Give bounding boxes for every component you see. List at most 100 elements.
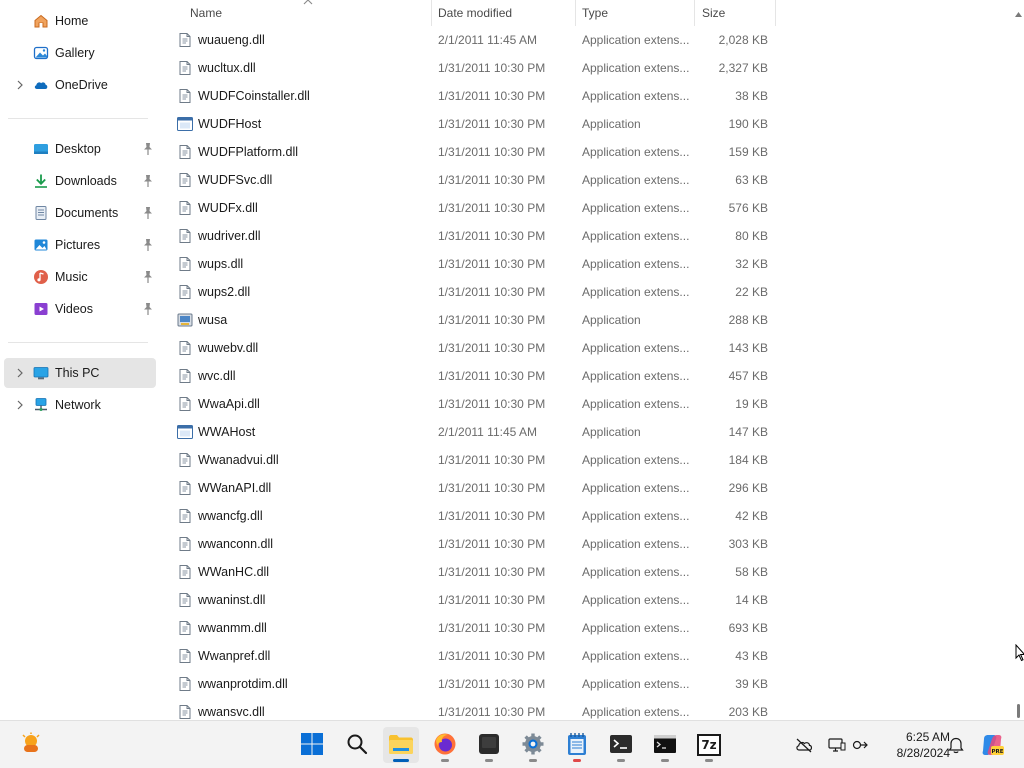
file-row[interactable]: wucltux.dll 1/31/2011 10:30 PM Application… [170,54,790,82]
file-row[interactable]: wuwebv.dll 1/31/2011 10:30 PM Application … [170,334,790,362]
nav-item-downloads[interactable]: Downloads [4,166,156,196]
dll-file-icon [177,172,193,188]
pin-icon[interactable] [142,270,154,284]
weather-widget-icon [19,732,43,759]
file-row[interactable]: WUDFHost 1/31/2011 10:30 PM Application 190… [170,110,790,138]
app-dark-button[interactable] [471,727,507,763]
terminal-button[interactable] [603,727,639,763]
copilot-icon[interactable]: PRE [980,733,1004,757]
file-name: wwanprotdim.dll [198,677,288,691]
file-row[interactable]: Wwanadvui.dll 1/31/2011 10:30 PM Applicati… [170,446,790,474]
file-size: 38 KB [735,89,768,103]
nav-item-documents[interactable]: Documents [4,198,156,228]
chevron-right-icon[interactable] [13,366,27,380]
7zip-button[interactable]: 7z [691,727,727,763]
nav-item-home[interactable]: Home [4,6,156,36]
chevron-right-icon[interactable] [13,398,27,412]
network-icon [33,397,49,413]
file-row[interactable]: wwanmm.dll 1/31/2011 10:30 PM Application … [170,614,790,642]
file-date-modified: 1/31/2011 10:30 PM [438,509,546,523]
file-name: WUDFx.dll [198,201,258,215]
search-button[interactable] [339,727,375,763]
nav-item-label: Downloads [55,174,117,188]
file-name: WUDFPlatform.dll [198,145,299,159]
file-name: wuwebv.dll [198,341,259,355]
pin-icon[interactable] [142,142,154,156]
pin-icon[interactable] [142,302,154,316]
file-date-modified: 2/1/2011 11:45 AM [438,33,537,47]
file-row[interactable]: WwaApi.dll 1/31/2011 10:30 PM Application … [170,390,790,418]
column-header-size[interactable]: Size [694,0,776,26]
file-row[interactable]: WUDFx.dll 1/31/2011 10:30 PM Application e… [170,194,790,222]
nav-item-music[interactable]: Music [4,262,156,292]
file-type: Application extens... [582,397,690,411]
file-type: Application extens... [582,705,690,719]
settings-button[interactable] [515,727,551,763]
system-clock[interactable]: 6:25 AM 8/28/2024 [876,729,950,761]
start-button[interactable] [294,727,330,763]
file-row[interactable]: wwanprotdim.dll 1/31/2011 10:30 PM Applica… [170,670,790,698]
firefox-icon [433,732,457,759]
file-row[interactable]: wudriver.dll 1/31/2011 10:30 PM Applicatio… [170,222,790,250]
firefox-button[interactable] [427,727,463,763]
file-row[interactable]: wups2.dll 1/31/2011 10:30 PM Application e… [170,278,790,306]
scroll-up-arrow-icon[interactable] [1015,6,1022,20]
pin-icon[interactable] [142,174,154,188]
file-type: Application extens... [582,453,690,467]
running-indicator [573,759,581,762]
file-row[interactable]: WUDFPlatform.dll 1/31/2011 10:30 PM Applic… [170,138,790,166]
notification-bell-icon[interactable] [947,736,965,754]
file-row[interactable]: WUDFCoinstaller.dll 1/31/2011 10:30 PM App… [170,82,790,110]
file-name: wusa [198,313,228,327]
file-size: 288 KB [728,313,768,327]
network-status-icon[interactable] [852,736,870,754]
file-name: WUDFCoinstaller.dll [198,89,310,103]
folder-icon [388,733,414,758]
file-row[interactable]: wwanconn.dll 1/31/2011 10:30 PM Applicatio… [170,530,790,558]
file-row[interactable]: WWAHost 2/1/2011 11:45 AM Application 147 K… [170,418,790,446]
file-type: Application extens... [582,621,690,635]
chevron-right-icon[interactable] [13,78,27,92]
terminal-icon [609,734,633,757]
file-date-modified: 1/31/2011 10:30 PM [438,565,546,579]
file-row[interactable]: Wwanpref.dll 1/31/2011 10:30 PM Applicatio… [170,642,790,670]
nav-item-this-pc[interactable]: This PC [4,358,156,388]
file-row[interactable]: WWanHC.dll 1/31/2011 10:30 PM Application … [170,558,790,586]
file-name: wwanmm.dll [198,621,267,635]
file-row[interactable]: wups.dll 1/31/2011 10:30 PM Application ex… [170,250,790,278]
column-header-type[interactable]: Type [574,0,695,26]
display-icon[interactable] [828,736,846,754]
nav-item-network[interactable]: Network [4,390,156,420]
file-explorer-button[interactable] [383,727,419,763]
file-size: 63 KB [735,173,768,187]
file-row[interactable]: wvc.dll 1/31/2011 10:30 PM Application ext… [170,362,790,390]
file-type: Application extens... [582,565,690,579]
nav-item-videos[interactable]: Videos [4,294,156,324]
nav-item-desktop[interactable]: Desktop [4,134,156,164]
nav-item-pictures[interactable]: Pictures [4,230,156,260]
notepad-button[interactable] [559,727,595,763]
this-pc-icon [33,365,49,381]
file-row[interactable]: wwaninst.dll 1/31/2011 10:30 PM Applicatio… [170,586,790,614]
file-row[interactable]: WWanAPI.dll 1/31/2011 10:30 PM Application… [170,474,790,502]
cmd-button[interactable] [647,727,683,763]
widgets-button[interactable] [13,727,49,763]
file-row[interactable]: wwancfg.dll 1/31/2011 10:30 PM Application… [170,502,790,530]
file-row[interactable]: WUDFSvc.dll 1/31/2011 10:30 PM Application… [170,166,790,194]
file-type: Application extens... [582,201,690,215]
vertical-scrollbar[interactable] [1012,0,1024,720]
application-icon [177,116,193,132]
file-type: Application extens... [582,369,690,383]
nav-item-gallery[interactable]: Gallery [4,38,156,68]
file-row[interactable]: wuaueng.dll 2/1/2011 11:45 AM Application … [170,26,790,54]
file-row[interactable]: wusa 1/31/2011 10:30 PM Application 288 KB [170,306,790,334]
pin-icon[interactable] [142,238,154,252]
column-header-date[interactable]: Date modified [430,0,576,26]
file-row[interactable]: wwansvc.dll 1/31/2011 10:30 PM Application… [170,698,790,720]
file-name: wwansvc.dll [198,705,265,719]
pin-icon[interactable] [142,206,154,220]
scrollbar-thumb[interactable] [1017,704,1020,718]
onedrive-offline-icon[interactable] [795,736,813,754]
nav-item-onedrive[interactable]: OneDrive [4,70,156,100]
7zip-label: 7z [701,738,717,752]
